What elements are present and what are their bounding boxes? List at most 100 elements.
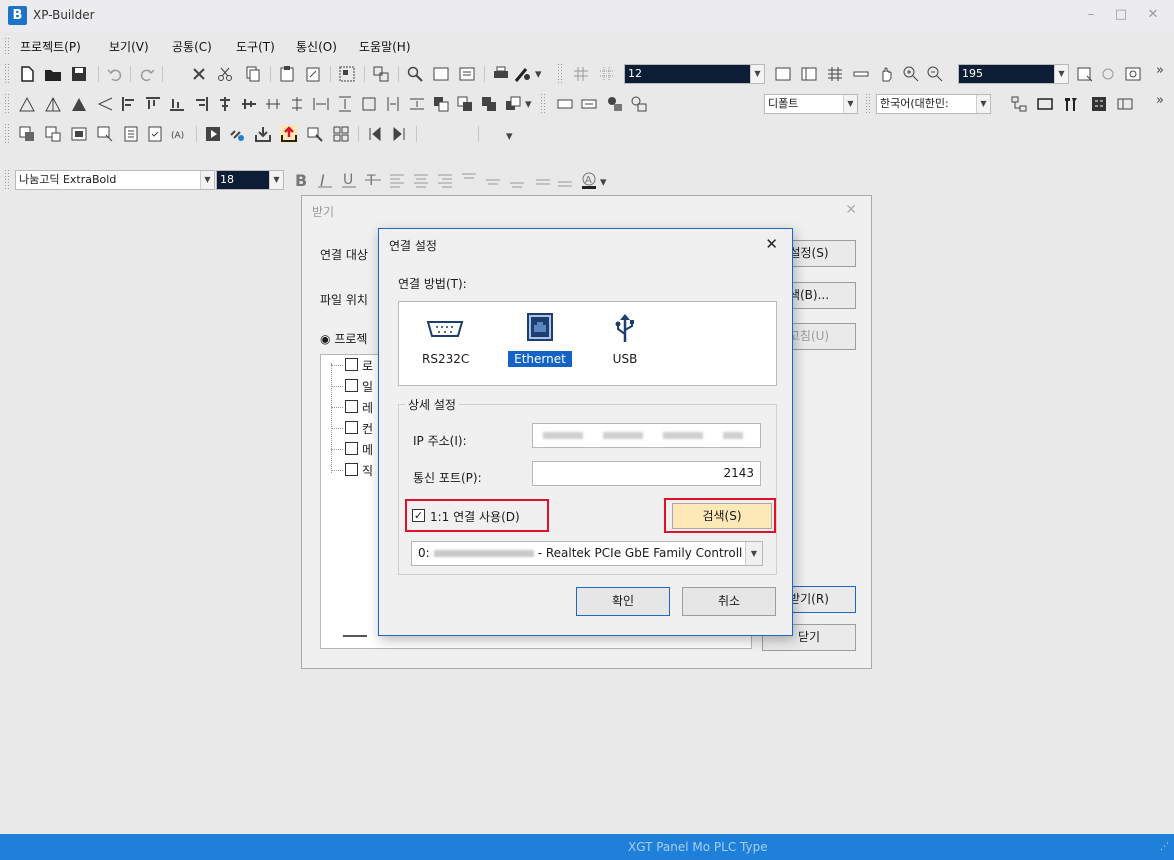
ok-button[interactable]: 확인: [576, 587, 670, 616]
zoom-100-icon[interactable]: [1100, 65, 1118, 83]
zoom-in-icon[interactable]: [902, 65, 920, 83]
align-center-icon[interactable]: [216, 95, 234, 113]
italic-icon[interactable]: I: [316, 171, 334, 189]
underline-style-icon[interactable]: [556, 171, 574, 189]
screen-object-icon[interactable]: [70, 125, 88, 143]
align-top-icon[interactable]: [144, 95, 162, 113]
panel-icon[interactable]: [1116, 95, 1134, 113]
redo-icon[interactable]: [138, 65, 156, 83]
checkbox[interactable]: [345, 358, 358, 371]
menu-help[interactable]: 도움말(H): [359, 38, 411, 55]
space-icon[interactable]: [384, 95, 402, 113]
paste-special-icon[interactable]: [304, 65, 322, 83]
align-middle-icon[interactable]: [240, 95, 258, 113]
align-icon[interactable]: [70, 95, 88, 113]
toolbar-overflow-icon[interactable]: ▾: [506, 129, 513, 144]
text-align-right-icon[interactable]: [436, 171, 454, 189]
method-ethernet[interactable]: Ethernet: [508, 312, 572, 367]
valign-top-icon[interactable]: [460, 171, 478, 189]
valign-bottom-icon[interactable]: [508, 171, 526, 189]
close-icon[interactable]: ✕: [845, 202, 857, 218]
align-right-icon[interactable]: [192, 95, 210, 113]
grid-icon[interactable]: [572, 65, 590, 83]
align-icon[interactable]: [44, 95, 62, 113]
text-icon[interactable]: (A): [170, 125, 188, 143]
align-icon[interactable]: [18, 95, 36, 113]
menu-view[interactable]: 보기(V): [109, 38, 149, 55]
upload-icon[interactable]: [280, 125, 298, 143]
checkbox[interactable]: [345, 442, 358, 455]
wrench-icon[interactable]: [1062, 95, 1080, 113]
checkbox[interactable]: [345, 400, 358, 413]
last-page-icon[interactable]: [390, 125, 408, 143]
cut-icon[interactable]: [216, 65, 234, 83]
chevron-down-icon[interactable]: ▼: [843, 95, 857, 113]
line-icon[interactable]: [852, 65, 870, 83]
font-default-combo[interactable]: 디폴트 ▼: [764, 94, 858, 114]
underline-icon[interactable]: U: [340, 171, 358, 189]
resize-grip-icon[interactable]: ⋰: [1160, 842, 1170, 854]
ungroup-icon[interactable]: [372, 65, 390, 83]
underline-style-icon[interactable]: [534, 171, 552, 189]
ip-address-field[interactable]: [532, 423, 761, 448]
find-icon[interactable]: [406, 65, 424, 83]
snap-grid-icon[interactable]: [598, 65, 616, 83]
project-radio[interactable]: ◉ 프로젝: [320, 330, 367, 347]
same-width-icon[interactable]: [312, 95, 330, 113]
checkbox[interactable]: [345, 421, 358, 434]
toolbar-grip[interactable]: [4, 63, 9, 85]
save-icon[interactable]: [70, 65, 88, 83]
menu-common[interactable]: 공통(C): [172, 38, 212, 55]
hand-icon[interactable]: [878, 65, 896, 83]
compile-icon[interactable]: [228, 125, 246, 143]
chevron-down-icon[interactable]: ▼: [976, 95, 990, 113]
simulator-icon[interactable]: [204, 125, 222, 143]
copy-icon[interactable]: [244, 65, 262, 83]
toolbar-overflow-icon[interactable]: ▾: [535, 67, 542, 82]
screen-list-icon[interactable]: [458, 65, 476, 83]
more-icon[interactable]: »: [1156, 63, 1164, 78]
page-prev-icon[interactable]: [774, 65, 792, 83]
chevron-down-icon[interactable]: ▼: [200, 171, 214, 189]
checkbox[interactable]: [345, 463, 358, 476]
chevron-down-icon[interactable]: ▼: [1054, 65, 1068, 83]
bold-icon[interactable]: B: [292, 171, 310, 189]
send-back-icon[interactable]: [456, 95, 474, 113]
paste-icon[interactable]: [278, 65, 296, 83]
new-file-icon[interactable]: [18, 65, 36, 83]
first-page-icon[interactable]: [366, 125, 384, 143]
same-height-icon[interactable]: [336, 95, 354, 113]
delete-icon[interactable]: [190, 65, 208, 83]
tools-icon[interactable]: [514, 65, 532, 83]
download-icon[interactable]: [254, 125, 272, 143]
toolbar-overflow-icon[interactable]: ▾: [600, 175, 607, 190]
menu-tools[interactable]: 도구(T): [236, 38, 275, 55]
toolbar-overflow-icon[interactable]: ▾: [525, 97, 532, 112]
space-icon[interactable]: [408, 95, 426, 113]
forward-icon[interactable]: [480, 95, 498, 113]
zoom-combo[interactable]: 195 ▼: [958, 64, 1069, 84]
window-icon[interactable]: [1036, 95, 1054, 113]
menu-project[interactable]: 프로젝트(P): [20, 38, 81, 55]
same-size-icon[interactable]: [360, 95, 378, 113]
monitor-icon[interactable]: [306, 125, 324, 143]
dev-icon[interactable]: [556, 95, 574, 113]
maximize-button[interactable]: □: [1111, 7, 1131, 23]
distribute-icon[interactable]: [288, 95, 306, 113]
chevron-down-icon[interactable]: ▼: [750, 65, 764, 83]
hierarchy-icon[interactable]: [1010, 95, 1028, 113]
fit-screen-icon[interactable]: [1076, 65, 1094, 83]
menu-comm[interactable]: 통신(O): [296, 38, 337, 55]
group-icon[interactable]: [338, 65, 356, 83]
toolbar-grip[interactable]: [540, 93, 545, 115]
zoom-out-icon[interactable]: [926, 65, 944, 83]
close-icon[interactable]: ✕: [765, 235, 778, 253]
align-bottom-icon[interactable]: [168, 95, 186, 113]
toolbar-grip[interactable]: [4, 93, 9, 115]
text-align-center-icon[interactable]: [412, 171, 430, 189]
chevron-down-icon[interactable]: ▼: [269, 171, 283, 189]
menubar-grip[interactable]: [4, 37, 9, 55]
toolbar-grip[interactable]: [4, 123, 9, 145]
print-icon[interactable]: [492, 65, 510, 83]
cancel-button[interactable]: 취소: [682, 587, 776, 616]
